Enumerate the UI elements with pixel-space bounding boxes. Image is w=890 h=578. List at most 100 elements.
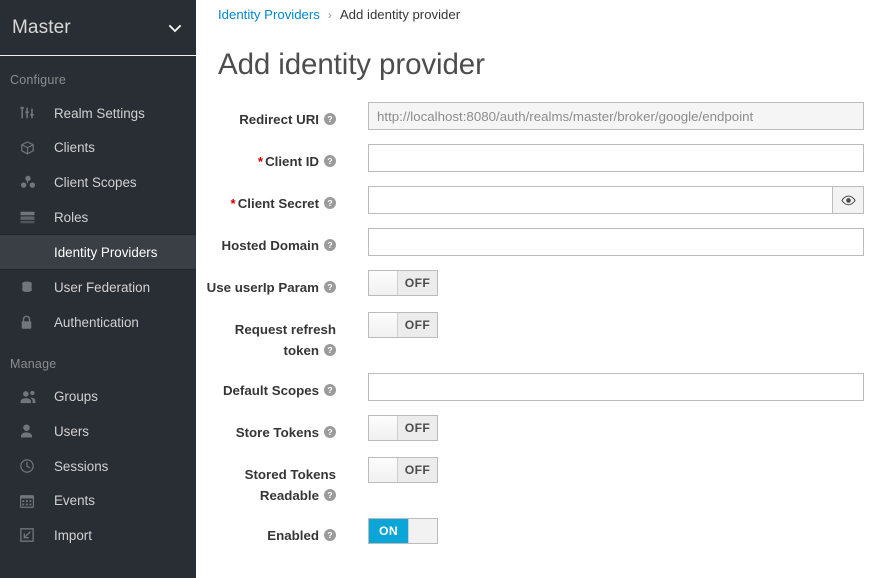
form-label-text: Enabled: [267, 528, 319, 543]
form-row-default-scopes: Default Scopes?: [196, 373, 890, 403]
cube-icon: [20, 140, 42, 156]
svg-text:?: ?: [327, 282, 332, 292]
svg-text:?: ?: [327, 427, 332, 437]
svg-text:?: ?: [327, 156, 332, 166]
keycloak-admin-console: Master Configure Realm Settings Clients Cli…: [0, 0, 890, 578]
main-content: Identity Providers › Add identity provid…: [196, 0, 890, 578]
sidebar-item-label: Users: [54, 423, 89, 439]
form-label-request-refresh-token: Request refresh token?: [196, 312, 336, 361]
form-control-store-tokens: OFF: [368, 415, 438, 441]
form-row-enabled: Enabled? ON: [196, 518, 890, 548]
svg-text:?: ?: [327, 198, 332, 208]
toggle-stored-tokens-readable[interactable]: OFF: [368, 457, 438, 483]
help-circle-icon[interactable]: ?: [324, 155, 336, 167]
eye-icon[interactable]: [832, 186, 864, 214]
sidebar-item-sessions[interactable]: Sessions: [0, 449, 196, 484]
form-label-redirect-uri: Redirect URI?: [196, 102, 336, 130]
sidebar-section-title: Manage: [10, 356, 57, 371]
form-row-request-refresh-token: Request refresh token? OFF: [196, 312, 890, 361]
breadcrumb-link-identity-providers[interactable]: Identity Providers: [218, 7, 320, 22]
svg-text:?: ?: [327, 530, 332, 540]
help-circle-icon[interactable]: ?: [324, 197, 336, 209]
form-row-store-tokens: Store Tokens? OFF: [196, 415, 890, 445]
form-label-hosted-domain: Hosted Domain?: [196, 228, 336, 256]
sidebar-item-label: Roles: [54, 209, 89, 225]
help-circle-icon[interactable]: ?: [324, 489, 336, 501]
sidebar-item-label: Import: [54, 527, 92, 543]
breadcrumb: Identity Providers › Add identity provid…: [196, 0, 890, 24]
input-client-id[interactable]: [368, 144, 864, 172]
toggle-handle: [408, 519, 437, 543]
sidebar-item-realm-settings[interactable]: Realm Settings: [0, 96, 196, 131]
sidebar-item-label: Client Scopes: [54, 174, 137, 190]
help-circle-icon[interactable]: ?: [324, 281, 336, 293]
toggle-enabled[interactable]: ON: [368, 518, 438, 544]
users-icon: [20, 389, 42, 405]
form-label-default-scopes: Default Scopes?: [196, 373, 336, 401]
input-redirect-uri: [368, 102, 864, 130]
help-circle-icon[interactable]: ?: [324, 239, 336, 251]
form-label-client-secret: * Client Secret?: [196, 186, 336, 214]
form-row-client-secret: * Client Secret?: [196, 186, 890, 216]
help-circle-icon[interactable]: ?: [324, 344, 336, 356]
sidebar-section-configure: Configure Realm Settings Clients Client Sco…: [0, 56, 196, 340]
sidebar-item-authentication[interactable]: Authentication: [0, 305, 196, 340]
form-row-hosted-domain: Hosted Domain?: [196, 228, 890, 258]
calendar-icon: [20, 493, 42, 509]
toggle-handle: [369, 271, 398, 295]
form-label-stored-tokens-readable: Stored Tokens Readable?: [196, 457, 336, 506]
exchange-icon: [20, 244, 42, 260]
sidebar-item-user-federation[interactable]: User Federation: [0, 270, 196, 305]
sidebar-item-clients[interactable]: Clients: [0, 131, 196, 166]
svg-text:?: ?: [327, 345, 332, 355]
toggle-request-refresh-token[interactable]: OFF: [368, 312, 438, 338]
toggle-state-label: ON: [369, 519, 408, 543]
cubes-icon: [20, 174, 42, 190]
sidebar-item-identity-providers[interactable]: Identity Providers: [0, 234, 196, 271]
toggle-state-label: OFF: [398, 416, 437, 440]
input-default-scopes[interactable]: [368, 373, 864, 401]
form-label-text: Redirect URI: [239, 112, 319, 127]
toggle-use-userip-param[interactable]: OFF: [368, 270, 438, 296]
sidebar-item-users[interactable]: Users: [0, 414, 196, 449]
form-row-use-userip-param: Use userIp Param? OFF: [196, 270, 890, 300]
toggle-store-tokens[interactable]: OFF: [368, 415, 438, 441]
sidebar-item-client-scopes[interactable]: Client Scopes: [0, 165, 196, 200]
form-control-enabled: ON: [368, 518, 438, 544]
toggle-handle: [369, 458, 398, 482]
form-label-text: Client Secret: [237, 196, 319, 211]
form-control-client-id: [368, 144, 864, 172]
sidebar-item-label: User Federation: [54, 280, 151, 296]
form-label-text: Hosted Domain: [221, 238, 319, 253]
form-control-request-refresh-token: OFF: [368, 312, 438, 338]
sidebar-item-roles[interactable]: Roles: [0, 200, 196, 235]
breadcrumb-separator: ›: [327, 7, 332, 22]
import-icon: [20, 527, 42, 543]
toggle-handle: [369, 313, 398, 337]
svg-text:?: ?: [327, 385, 332, 395]
required-marker: *: [230, 196, 236, 211]
realm-name: Master: [12, 16, 71, 38]
sidebar-item-label: Authentication: [54, 314, 139, 330]
sidebar-item-label: Realm Settings: [54, 105, 145, 121]
form-label-text: Store Tokens: [235, 425, 319, 440]
database-icon: [20, 280, 42, 296]
user-icon: [20, 423, 42, 439]
password-field-group: [368, 186, 864, 214]
help-circle-icon[interactable]: ?: [324, 113, 336, 125]
input-client-secret[interactable]: [368, 186, 832, 214]
form-label-text: Default Scopes: [222, 383, 319, 398]
list-icon: [20, 209, 42, 225]
sidebar-item-groups[interactable]: Groups: [0, 380, 196, 415]
help-circle-icon[interactable]: ?: [324, 384, 336, 396]
sidebar-section-title: Configure: [10, 73, 66, 87]
input-hosted-domain[interactable]: [368, 228, 864, 256]
sidebar-item-events[interactable]: Events: [0, 483, 196, 518]
clock-icon: [20, 458, 42, 474]
realm-selector[interactable]: Master: [0, 0, 196, 55]
sidebar: Master Configure Realm Settings Clients Cli…: [0, 0, 196, 578]
help-circle-icon[interactable]: ?: [324, 529, 336, 541]
help-circle-icon[interactable]: ?: [324, 426, 336, 438]
toggle-state-label: OFF: [398, 271, 437, 295]
sidebar-item-import[interactable]: Import: [0, 518, 196, 553]
